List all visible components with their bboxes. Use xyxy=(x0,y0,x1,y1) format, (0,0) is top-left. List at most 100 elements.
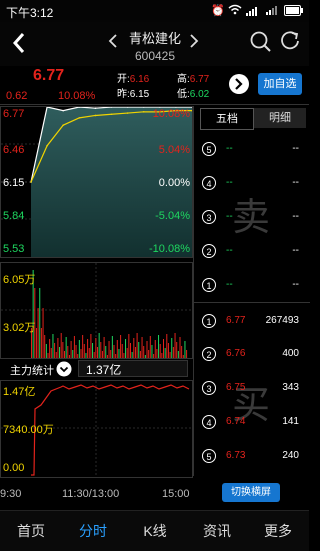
search-icon[interactable] xyxy=(250,31,272,58)
pct-tick-4: -10.08% xyxy=(149,243,190,255)
refresh-icon[interactable] xyxy=(279,30,301,57)
flow-chart[interactable]: 1.47亿 7340.00万 0.00 xyxy=(0,380,193,478)
pct-tick-0: 10.08% xyxy=(152,108,190,120)
volume-bar xyxy=(67,346,69,358)
detail-arrow-icon[interactable] xyxy=(228,73,250,100)
nav-intraday[interactable]: 分时 xyxy=(62,511,124,551)
volume-bar xyxy=(60,333,62,358)
volume-bar xyxy=(100,342,102,358)
volume-bar xyxy=(184,341,186,358)
status-time: 下午3:12 xyxy=(6,6,54,20)
volume-bar xyxy=(181,346,183,358)
volume-bar xyxy=(136,333,138,358)
volume-bar xyxy=(90,334,92,358)
volume-bar xyxy=(82,335,84,358)
volume-bar xyxy=(70,341,72,358)
price-chart[interactable]: 6.77 6.46 6.15 5.84 5.53 10.08% 5.04% 0.… xyxy=(0,106,193,258)
volume-bar xyxy=(158,335,160,358)
tab-five-levels[interactable]: 五档 xyxy=(200,108,254,130)
stock-code: 600425 xyxy=(134,49,176,63)
volume-bar xyxy=(80,349,82,358)
buy-level-3: 3 6.75 343 xyxy=(200,379,305,399)
volume-bar xyxy=(42,308,44,358)
volume-bar xyxy=(72,350,74,358)
low-field: 低:6.02 xyxy=(177,89,210,100)
volume-bar xyxy=(111,336,113,358)
volume-bar xyxy=(85,353,87,358)
landscape-switch-button[interactable]: 切换横屏 xyxy=(222,483,280,502)
vol-tick-0: 6.05万 xyxy=(3,274,36,286)
volume-bar xyxy=(134,347,136,358)
main-flow-label: 主力统计 xyxy=(10,365,54,377)
volume-bar xyxy=(163,339,164,358)
next-stock-icon[interactable] xyxy=(189,33,199,54)
volume-bar xyxy=(115,354,117,358)
signal-icon-2 xyxy=(266,4,280,18)
volume-bar xyxy=(103,337,105,358)
volume-bar xyxy=(92,343,94,358)
volume-bar xyxy=(35,328,37,358)
nav-home[interactable]: 首页 xyxy=(0,511,62,551)
sell-level-2: 2 -- -- xyxy=(200,242,305,262)
volume-bar xyxy=(77,354,79,358)
bottom-nav: 首页 分时 K线 资讯 更多 xyxy=(0,510,309,551)
nav-more[interactable]: 更多 xyxy=(247,511,309,551)
volume-bar xyxy=(37,308,39,358)
volume-bar xyxy=(78,340,80,358)
volume-bar xyxy=(179,337,181,358)
avg-price-line-point xyxy=(78,117,81,119)
volume-bar xyxy=(73,336,75,358)
volume-bar xyxy=(55,352,57,358)
avg-price-line-point xyxy=(94,114,97,117)
pct-tick-1: 5.04% xyxy=(158,144,190,156)
wifi-icon xyxy=(228,4,242,18)
volume-bar xyxy=(128,334,130,358)
price-tick-4: 5.53 xyxy=(3,243,25,255)
price-line-point xyxy=(94,107,97,110)
volume-bar xyxy=(87,339,89,358)
volume-bar xyxy=(57,338,59,358)
volume-bar xyxy=(83,344,85,358)
volume-bar xyxy=(49,339,51,358)
volume-chart[interactable]: 6.05万 3.02万 xyxy=(0,262,193,359)
price-tick-1: 6.46 xyxy=(3,144,25,156)
quote-bar: 6.77 0.62 10.08% 开:6.16 昨:6.15 高:6.77 低:… xyxy=(0,66,309,105)
volume-bar xyxy=(151,345,153,358)
volume-bar xyxy=(169,352,171,358)
main-flow-bar: 主力统计 1.37亿 xyxy=(0,360,191,378)
volume-bar xyxy=(121,344,123,358)
tab-details[interactable]: 明细 xyxy=(254,108,306,128)
volume-bar xyxy=(125,339,127,358)
volume-bar xyxy=(44,335,46,358)
volume-bar xyxy=(39,288,41,358)
volume-bar xyxy=(167,343,169,358)
volume-bar xyxy=(153,354,155,358)
price-tick-0: 6.77 xyxy=(3,108,25,120)
sell-level-5: 5 -- -- xyxy=(200,140,305,160)
volume-bar xyxy=(116,340,118,358)
price-line-point xyxy=(62,109,64,112)
volume-bar xyxy=(98,333,100,358)
volume-bar xyxy=(64,351,65,358)
volume-bar xyxy=(138,342,140,358)
nav-news[interactable]: 资讯 xyxy=(186,511,248,551)
nav-kline[interactable]: K线 xyxy=(124,511,186,551)
volume-bar xyxy=(75,345,77,358)
time-tick-0: 9:30 xyxy=(0,488,22,500)
flow-tick-0: 1.47亿 xyxy=(3,386,36,398)
add-watchlist-button[interactable]: 加自选 xyxy=(258,73,302,95)
back-icon[interactable] xyxy=(12,32,26,59)
time-tick-1: 11:30/13:00 xyxy=(62,488,120,500)
volume-bar xyxy=(95,338,97,358)
volume-bar xyxy=(105,346,107,358)
main-flow-dropdown-icon[interactable] xyxy=(56,361,72,382)
time-tick-2: 15:00 xyxy=(162,488,190,500)
volume-bar xyxy=(176,342,178,358)
prev-stock-icon[interactable] xyxy=(108,33,118,54)
price-change-pct: 10.08% xyxy=(58,90,96,102)
volume-bar xyxy=(156,349,158,358)
volume-bar xyxy=(133,338,135,358)
volume-bar xyxy=(141,337,143,358)
avg-price-line-point xyxy=(30,181,32,183)
signal-icon xyxy=(246,5,260,19)
